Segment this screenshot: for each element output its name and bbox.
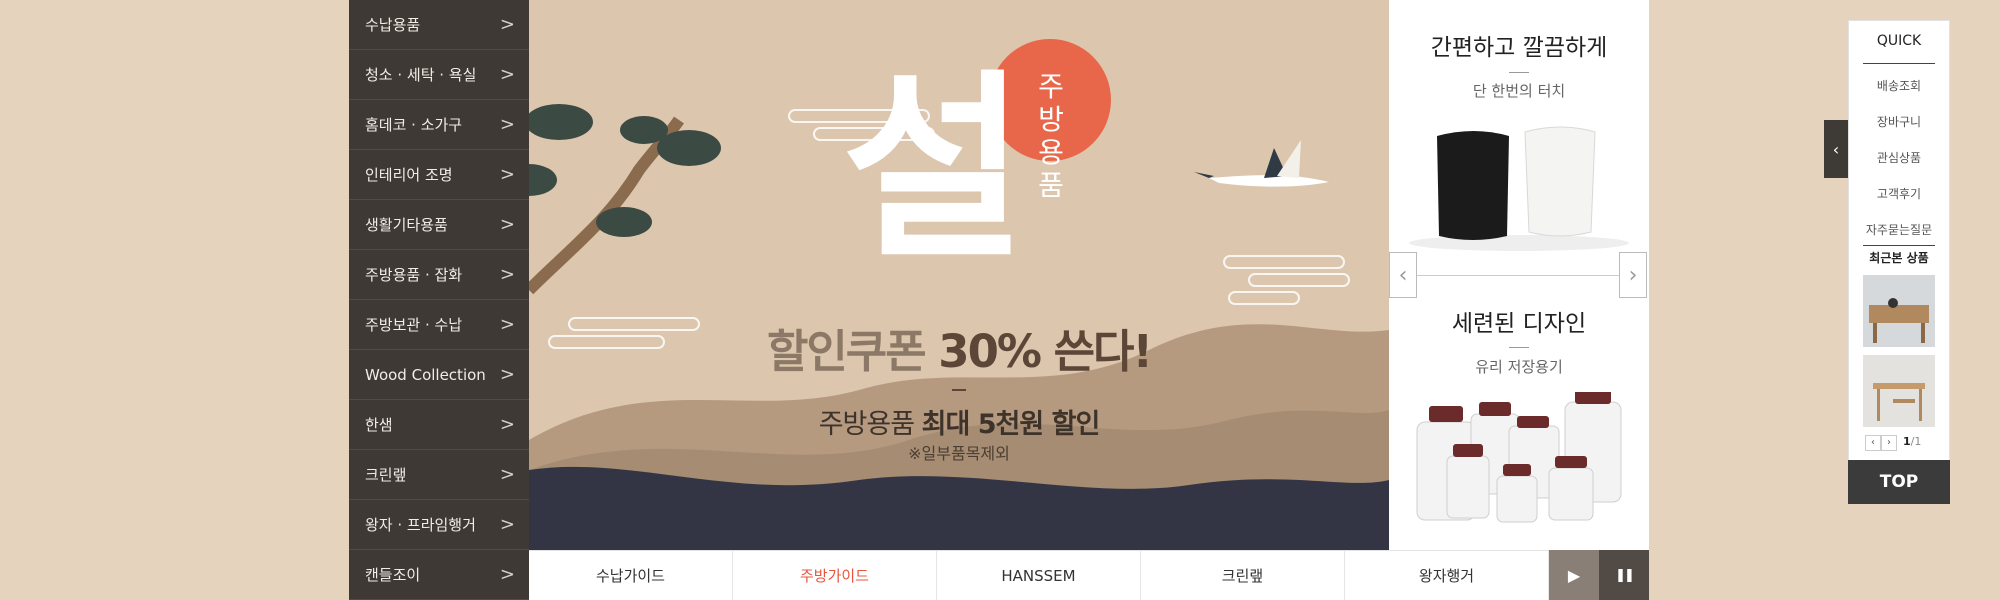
- chevron-right-icon: >: [499, 463, 515, 485]
- quick-link-cart[interactable]: 장바구니: [1849, 113, 1949, 130]
- trash-bins-image[interactable]: [1389, 118, 1649, 258]
- glass-jars-image[interactable]: [1389, 392, 1649, 532]
- quick-title: QUICK: [1876, 33, 1922, 49]
- sidebar-item-living-etc[interactable]: 생활기타용품 >: [349, 200, 529, 250]
- hero-banner[interactable]: 설 주방용품 할인쿠폰 30% 쓴다! 주방용품 최대 5천원 할인 ※일부품목…: [529, 0, 1389, 550]
- chevron-right-icon: >: [499, 63, 515, 85]
- sidebar-item-kitchen-storage[interactable]: 주방보관 · 수납 >: [349, 300, 529, 350]
- sidebar-item-hanssem[interactable]: 한샘 >: [349, 400, 529, 450]
- hero-sub-highlight: 최대 5천원 할인: [921, 409, 1101, 440]
- hero-subheadline: 주방용품 최대 5천원 할인: [759, 402, 1159, 441]
- quick-toggle-button[interactable]: ‹: [1824, 120, 1848, 178]
- promo-next-button[interactable]: ›: [1619, 252, 1647, 298]
- sidebar-item-label: 크린랲: [365, 466, 407, 484]
- hero-sub-prefix: 주방용품: [818, 409, 915, 440]
- sidebar-item-home-deco[interactable]: 홈데코 · 소가구 >: [349, 100, 529, 150]
- chevron-right-icon: >: [499, 363, 515, 385]
- sidebar-item-candle[interactable]: 캔들조이 >: [349, 550, 529, 600]
- tab-hanger[interactable]: 왕자행거: [1345, 551, 1549, 600]
- hill-front: [529, 466, 1389, 550]
- chevron-right-icon: >: [499, 313, 515, 335]
- quick-link-reviews[interactable]: 고객후기: [1849, 185, 1949, 202]
- tab-hanssem[interactable]: HANSSEM: [937, 551, 1141, 600]
- chevron-right-icon: >: [499, 213, 515, 235]
- promo-bottom-title: 세련된 디자인: [1451, 311, 1587, 337]
- play-button[interactable]: ▶: [1549, 550, 1599, 600]
- chevron-right-icon: >: [499, 263, 515, 285]
- recent-divider: [1863, 245, 1935, 246]
- play-icon: ▶: [1567, 565, 1581, 585]
- quick-link-wishlist[interactable]: 관심상품: [1849, 149, 1949, 166]
- sidebar-item-label: 한샘: [365, 416, 393, 434]
- recent-product-thumbnail[interactable]: [1863, 355, 1935, 427]
- sidebar-item-label: 청소 · 세탁 · 욕실: [365, 66, 477, 84]
- sidebar-item-lighting[interactable]: 인테리어 조명 >: [349, 150, 529, 200]
- sidebar-item-label: 주방용품 · 잡화: [365, 266, 463, 284]
- hero-big-character: 설: [841, 53, 1026, 286]
- sidebar-item-label: 캔들조이: [365, 566, 421, 584]
- recent-product-thumbnail[interactable]: [1863, 275, 1935, 347]
- promo-center-line: [1417, 275, 1621, 276]
- promo-top-subtitle: 단 한번의 터치: [1472, 82, 1566, 100]
- chevron-right-icon: >: [499, 13, 515, 35]
- sidebar-item-storage[interactable]: 수납용품 >: [349, 0, 529, 50]
- sidebar-item-kitchen-goods[interactable]: 주방용품 · 잡화 >: [349, 250, 529, 300]
- hero-headline-highlight: 30% 쓴다!: [938, 325, 1153, 378]
- pine-needles: [657, 130, 721, 166]
- hero-badge-text: 주방용품: [1038, 70, 1064, 202]
- promo-top-divider: [1509, 72, 1529, 73]
- sidebar-item-cleaning[interactable]: 청소 · 세탁 · 욕실 >: [349, 50, 529, 100]
- hero-headline: 할인쿠폰 30% 쓴다!: [729, 315, 1189, 380]
- chevron-right-icon: >: [499, 513, 515, 535]
- chevron-right-icon: >: [499, 163, 515, 185]
- promo-bottom-divider: [1509, 347, 1529, 348]
- pause-button[interactable]: ❚❚: [1599, 550, 1649, 600]
- tab-kitchen-guide[interactable]: 주방가이드: [733, 551, 937, 600]
- tab-cleanwrap[interactable]: 크린랲: [1141, 551, 1345, 600]
- category-sidebar: 수납용품 > 청소 · 세탁 · 욕실 > 홈데코 · 소가구 > 인테리어 조명 > …: [349, 0, 529, 600]
- promo-prev-button[interactable]: ‹: [1389, 252, 1417, 298]
- sidebar-item-label: 왕자 · 프라임행거: [365, 516, 476, 534]
- chevron-right-icon: >: [499, 563, 515, 585]
- sidebar-item-label: Wood Collection: [365, 365, 486, 384]
- sidebar-item-cleanwrap[interactable]: 크린랲 >: [349, 450, 529, 500]
- sidebar-item-label: 주방보관 · 수납: [365, 316, 463, 334]
- chevron-right-icon: >: [499, 413, 515, 435]
- recent-next-button[interactable]: ›: [1881, 435, 1897, 451]
- sidebar-item-hanger[interactable]: 왕자 · 프라임행거 >: [349, 500, 529, 550]
- sidebar-item-label: 수납용품: [365, 16, 421, 34]
- quick-title-underline: [1863, 63, 1935, 64]
- promo-top-title: 간편하고 깔끔하게: [1430, 35, 1608, 61]
- pine-needles: [596, 207, 652, 237]
- page-current: 1: [1903, 435, 1911, 448]
- sidebar-item-wood-collection[interactable]: Wood Collection >: [349, 350, 529, 400]
- recent-pagination: 1/1: [1903, 435, 1921, 448]
- sidebar-item-label: 홈데코 · 소가구: [365, 116, 463, 134]
- recent-title: 최근본 상품: [1869, 251, 1929, 265]
- page-total: 1: [1914, 435, 1922, 448]
- pause-icon: ❚❚: [1615, 567, 1635, 583]
- scroll-top-button[interactable]: TOP: [1848, 460, 1950, 504]
- quick-link-delivery[interactable]: 배송조회: [1849, 77, 1949, 94]
- tab-storage-guide[interactable]: 수납가이드: [529, 551, 733, 600]
- chevron-right-icon: >: [499, 113, 515, 135]
- recent-prev-button[interactable]: ‹: [1865, 435, 1881, 451]
- quick-link-faq[interactable]: 자주묻는질문: [1849, 221, 1949, 238]
- chevron-left-icon: ‹: [1832, 139, 1840, 159]
- banner-tabs: 수납가이드 주방가이드 HANSSEM 크린랲 왕자행거: [529, 550, 1549, 600]
- quick-menu: QUICK 배송조회 장바구니 관심상품 고객후기 자주묻는질문 최근본 상품 …: [1848, 20, 1950, 504]
- hero-headline-prefix: 할인쿠폰: [767, 325, 927, 378]
- promo-bottom-subtitle: 유리 저장용기: [1475, 358, 1563, 376]
- product-promo-panel: 간편하고 깔끔하게 단 한번의 터치 ‹ › 세련된 디자인 유리 저장용기: [1389, 0, 1649, 550]
- hero-divider: [952, 389, 966, 391]
- hero-note: ※일부품목제외: [908, 444, 1010, 463]
- sidebar-item-label: 인테리어 조명: [365, 166, 453, 184]
- sidebar-item-label: 생활기타용품: [365, 216, 448, 234]
